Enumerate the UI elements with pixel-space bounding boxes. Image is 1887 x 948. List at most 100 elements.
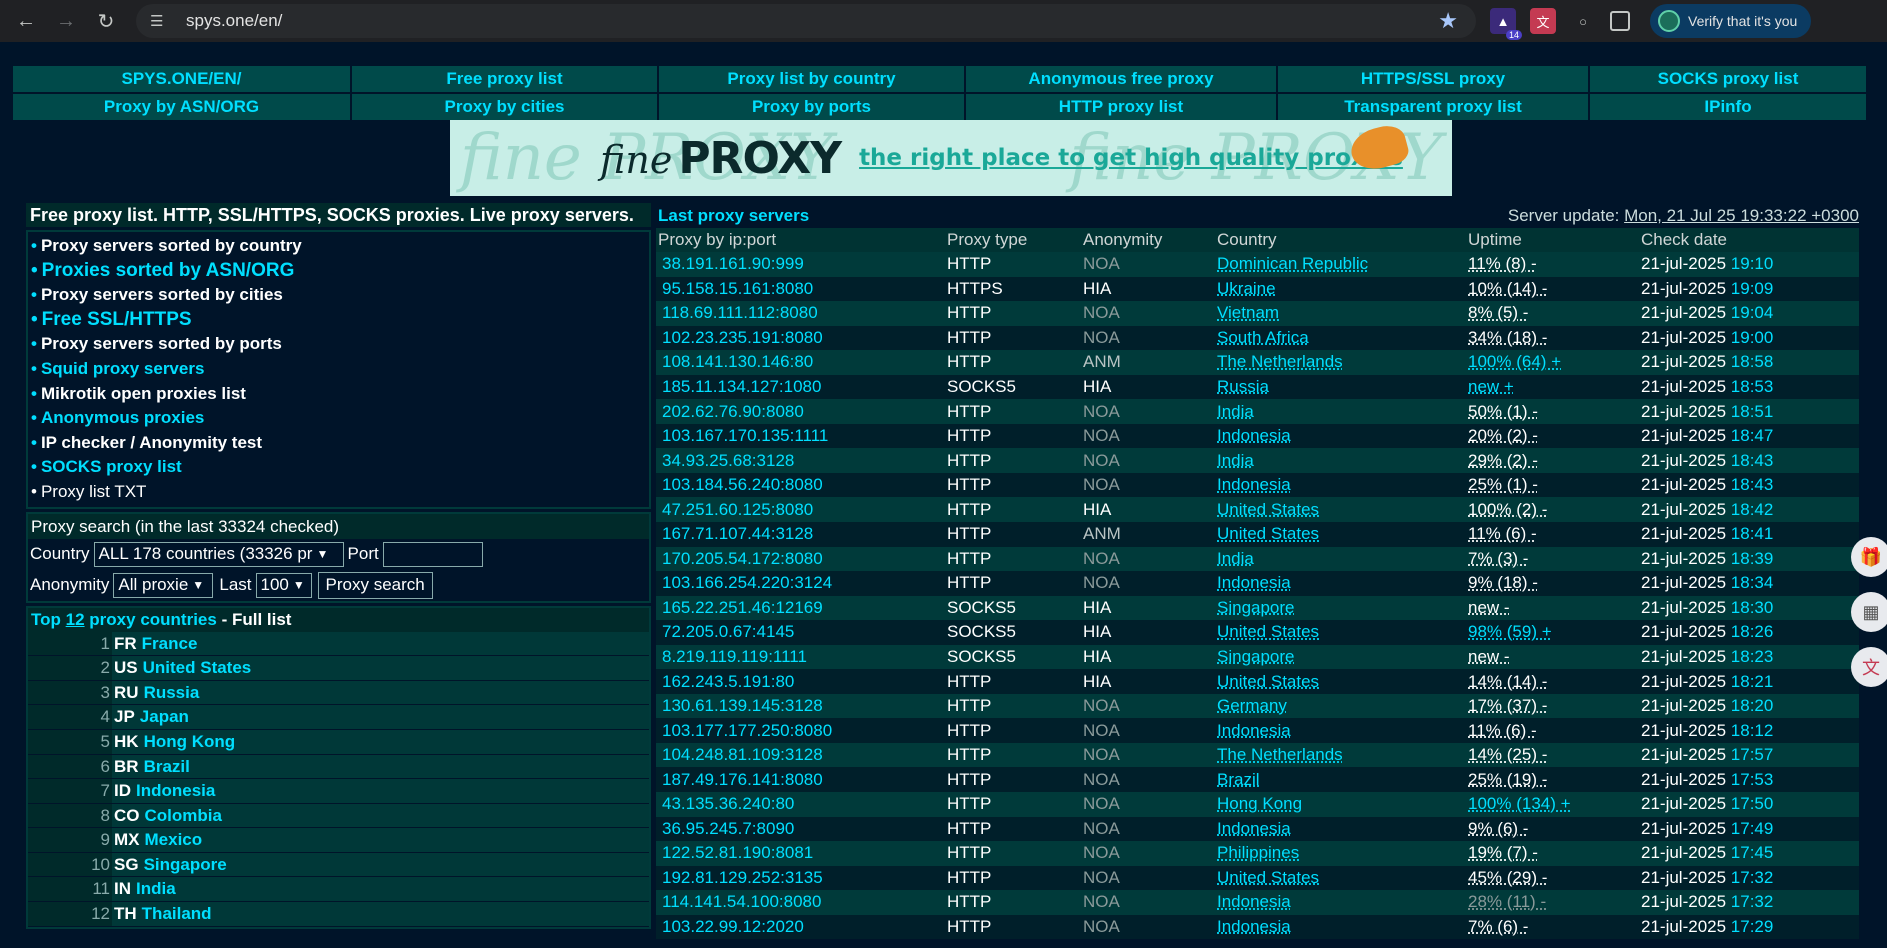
country-link[interactable]: Singapore xyxy=(144,853,227,877)
nav-link[interactable]: • Proxy servers sorted by ports xyxy=(31,332,647,357)
country-link[interactable]: United States xyxy=(1217,672,1319,691)
country-link[interactable]: Singapore xyxy=(1217,647,1295,666)
menu-link[interactable]: Proxy by cities xyxy=(352,94,657,120)
hat-extension-icon[interactable]: ○ xyxy=(1570,8,1596,34)
anonymity-select[interactable]: All proxie ▼ xyxy=(113,572,214,598)
country-select[interactable]: ALL 178 countries (33326 pr ▼ xyxy=(93,541,344,567)
uptime-link[interactable]: new + xyxy=(1468,377,1514,396)
proxy-search-button[interactable]: Proxy search xyxy=(317,571,433,599)
uptime-link[interactable]: 11% (6) - xyxy=(1468,524,1537,543)
uptime-link[interactable]: 17% (37) - xyxy=(1468,696,1547,715)
nav-link[interactable]: • Squid proxy servers xyxy=(31,357,647,382)
uptime-link[interactable]: 100% (2) - xyxy=(1468,500,1547,519)
back-arrow-icon[interactable]: ← xyxy=(12,7,40,35)
country-link[interactable]: Singapore xyxy=(1217,598,1295,617)
country-link[interactable]: Indonesia xyxy=(1217,721,1291,740)
uptime-link[interactable]: 10% (14) - xyxy=(1468,279,1547,298)
country-link[interactable]: Brazil xyxy=(1217,770,1260,789)
uptime-link[interactable]: 7% (6) - xyxy=(1468,917,1528,936)
country-link[interactable]: India xyxy=(1217,402,1254,421)
menu-link[interactable]: Transparent proxy list xyxy=(1278,94,1588,120)
country-link[interactable]: Mexico xyxy=(145,828,203,852)
verify-button[interactable]: Verify that it's you xyxy=(1650,4,1812,38)
country-link[interactable]: United States xyxy=(1217,500,1319,519)
apps-icon[interactable]: ▦ xyxy=(1851,592,1887,632)
port-input[interactable] xyxy=(382,541,483,567)
last-select[interactable]: 100 ▼ xyxy=(255,572,312,598)
country-link[interactable]: Hong Kong xyxy=(1217,794,1302,813)
country-link[interactable]: South Africa xyxy=(1217,328,1309,347)
uptime-link[interactable]: 8% (5) - xyxy=(1468,303,1528,322)
bookmark-star-icon[interactable]: ★ xyxy=(1438,8,1458,34)
country-link[interactable]: Dominican Republic xyxy=(1217,254,1368,273)
uptime-link[interactable]: 9% (18) - xyxy=(1468,573,1538,592)
uptime-link[interactable]: 11% (6) - xyxy=(1468,721,1537,740)
uptime-link[interactable]: 34% (18) - xyxy=(1468,328,1547,347)
country-link[interactable]: United States xyxy=(1217,868,1319,887)
nav-link[interactable]: • Proxy servers sorted by cities xyxy=(31,283,647,308)
country-link[interactable]: Philippines xyxy=(1217,843,1299,862)
country-link[interactable]: Indonesia xyxy=(1217,475,1291,494)
country-link[interactable]: India xyxy=(1217,451,1254,470)
forward-arrow-icon[interactable]: → xyxy=(52,7,80,35)
nav-link[interactable]: • Proxy list TXT xyxy=(31,480,647,505)
banner-tagline[interactable]: the right place to get high quality prox… xyxy=(859,145,1403,171)
uptime-link[interactable]: 100% (134) + xyxy=(1468,794,1571,813)
nav-link[interactable]: • Mikrotik open proxies list xyxy=(31,382,647,407)
country-link[interactable]: Vietnam xyxy=(1217,303,1279,322)
nav-link[interactable]: • Proxy servers sorted by country xyxy=(31,234,647,259)
nav-link[interactable]: • Anonymous proxies xyxy=(31,406,647,431)
menu-link[interactable]: Proxy by ASN/ORG xyxy=(13,94,350,120)
menu-link[interactable]: Proxy by ports xyxy=(659,94,964,120)
country-link[interactable]: India xyxy=(1217,549,1254,568)
country-link[interactable]: Russia xyxy=(1217,377,1269,396)
country-link[interactable]: The Netherlands xyxy=(1217,745,1343,764)
uptime-link[interactable]: 100% (64) + xyxy=(1468,352,1561,371)
country-link[interactable]: Indonesia xyxy=(136,779,215,803)
uptime-link[interactable]: 50% (1) - xyxy=(1468,402,1538,421)
country-link[interactable]: United States xyxy=(143,656,252,680)
uptime-link[interactable]: 11% (8) - xyxy=(1468,254,1537,273)
site-settings-icon[interactable]: ☰ xyxy=(150,12,172,30)
nav-link[interactable]: • IP checker / Anonymity test xyxy=(31,431,647,456)
uptime-link[interactable]: 25% (1) - xyxy=(1468,475,1538,494)
uptime-link[interactable]: 7% (3) - xyxy=(1468,549,1528,568)
menu-link[interactable]: Proxy list by country xyxy=(659,66,964,92)
fineproxy-banner[interactable]: fine PROXY fine PROXY fine PROXY the rig… xyxy=(450,120,1452,196)
menu-link[interactable]: Anonymous free proxy xyxy=(966,66,1276,92)
menu-link[interactable]: Free proxy list xyxy=(352,66,657,92)
uptime-link[interactable]: 14% (25) - xyxy=(1468,745,1547,764)
reload-icon[interactable]: ↻ xyxy=(92,7,120,35)
address-bar[interactable]: ☰ spys.one/en/ ★ xyxy=(136,4,1476,38)
server-update-date[interactable]: Mon, 21 Jul 25 19:33:22 +0300 xyxy=(1624,206,1859,225)
country-link[interactable]: Russia xyxy=(144,681,200,705)
country-link[interactable]: Brazil xyxy=(144,755,190,779)
nav-link[interactable]: • SOCKS proxy list xyxy=(31,455,647,480)
nav-link[interactable]: • Free SSL/HTTPS xyxy=(31,308,647,333)
nav-link[interactable]: • Proxies sorted by ASN/ORG xyxy=(31,259,647,284)
country-link[interactable]: Hong Kong xyxy=(144,730,236,754)
extensions-puzzle-icon[interactable] xyxy=(1610,11,1630,31)
uptime-link[interactable]: 45% (29) - xyxy=(1468,868,1547,887)
country-link[interactable]: Japan xyxy=(140,705,189,729)
uptime-link[interactable]: 9% (6) - xyxy=(1468,819,1528,838)
gift-icon[interactable]: 🎁 xyxy=(1851,537,1887,577)
translate-icon[interactable]: 文 xyxy=(1851,647,1887,687)
menu-link[interactable]: HTTPS/SSL proxy xyxy=(1278,66,1588,92)
uptime-link[interactable]: 29% (2) - xyxy=(1468,451,1538,470)
menu-link[interactable]: HTTP proxy list xyxy=(966,94,1276,120)
uptime-link[interactable]: 14% (14) - xyxy=(1468,672,1547,691)
country-link[interactable]: United States xyxy=(1217,524,1319,543)
top-count-link[interactable]: 12 xyxy=(66,610,85,629)
uptime-link[interactable]: 19% (7) - xyxy=(1468,843,1538,862)
menu-link[interactable]: SOCKS proxy list xyxy=(1590,66,1866,92)
country-link[interactable]: France xyxy=(142,632,198,656)
country-link[interactable]: Indonesia xyxy=(1217,819,1291,838)
country-link[interactable]: India xyxy=(136,877,176,901)
menu-link[interactable]: IPinfo xyxy=(1590,94,1866,120)
country-link[interactable]: Indonesia xyxy=(1217,892,1291,911)
extension-icon[interactable]: ▲ 14 xyxy=(1490,8,1522,40)
menu-link[interactable]: SPYS.ONE/EN/ xyxy=(13,66,350,92)
full-list-link[interactable]: - Full list xyxy=(222,610,292,629)
uptime-link[interactable]: 20% (2) - xyxy=(1468,426,1538,445)
